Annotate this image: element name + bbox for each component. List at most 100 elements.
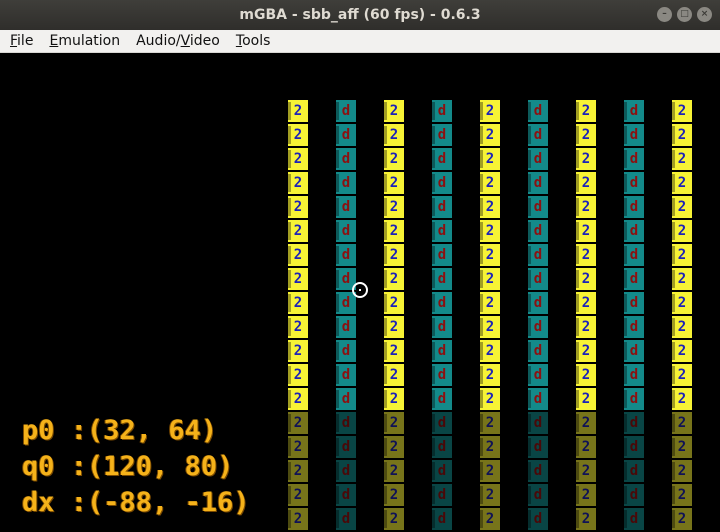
tile-yellow: 2 [288, 388, 308, 410]
tile-teal: d [624, 100, 644, 122]
tile-teal: d [432, 220, 452, 242]
tile-teal: d [432, 316, 452, 338]
tile-teal: d [624, 316, 644, 338]
tile-yellow: 2 [384, 220, 404, 242]
tile-teal: d [528, 244, 548, 266]
coordinate-readout: p0 :(32, 64) q0 :(120, 80) dx :(-88, -16… [22, 413, 250, 521]
tile-yellow: 2 [480, 220, 500, 242]
tile-yellow: 2 [576, 388, 596, 410]
tile-teal: d [336, 316, 356, 338]
tile-yellow: 2 [672, 508, 692, 530]
tile-teal: d [336, 412, 356, 434]
tile-teal: d [624, 220, 644, 242]
tile-teal: d [336, 484, 356, 506]
tile-yellow: 2 [288, 100, 308, 122]
tile-yellow: 2 [576, 412, 596, 434]
cursor-dot [359, 289, 361, 291]
tile-teal: d [432, 100, 452, 122]
tile-teal: d [528, 268, 548, 290]
tile-yellow: 2 [672, 436, 692, 458]
menu-file-mnemonic: F [10, 33, 18, 49]
tile-yellow: 2 [480, 244, 500, 266]
tile-yellow: 2 [672, 196, 692, 218]
mouse-cursor-icon [352, 282, 368, 298]
tile-teal: d [624, 364, 644, 386]
tile-yellow: 2 [288, 292, 308, 314]
tile-yellow: 2 [480, 148, 500, 170]
minimize-icon[interactable]: – [657, 7, 672, 22]
tile-yellow: 2 [384, 484, 404, 506]
tile-yellow: 2 [384, 172, 404, 194]
tile-yellow: 2 [384, 316, 404, 338]
tile-yellow: 2 [480, 388, 500, 410]
tile-yellow: 2 [288, 508, 308, 530]
tile-teal: d [528, 124, 548, 146]
tile-teal: d [624, 292, 644, 314]
tile-teal: d [624, 460, 644, 482]
game-screen[interactable]: 222222222222222222dddddddddddddddddd2222… [0, 53, 720, 532]
tile-teal: d [336, 100, 356, 122]
tile-yellow: 2 [480, 364, 500, 386]
tile-teal: d [528, 508, 548, 530]
tile-yellow: 2 [576, 508, 596, 530]
menu-audio-video[interactable]: Audio/Video [128, 33, 228, 49]
tile-teal: d [528, 436, 548, 458]
tile-teal: d [528, 316, 548, 338]
tile-yellow: 2 [576, 340, 596, 362]
tile-teal: d [336, 340, 356, 362]
tile-teal: d [432, 244, 452, 266]
tile-teal: d [624, 508, 644, 530]
tile-teal: d [336, 388, 356, 410]
q0-label: q0 [22, 451, 55, 482]
tile-yellow: 2 [480, 412, 500, 434]
tile-yellow: 2 [672, 220, 692, 242]
tile-yellow: 2 [288, 148, 308, 170]
tile-yellow: 2 [672, 172, 692, 194]
tile-teal: d [432, 388, 452, 410]
tile-yellow: 2 [288, 340, 308, 362]
tile-teal: d [432, 292, 452, 314]
tile-yellow: 2 [576, 316, 596, 338]
p0-label: p0 [22, 415, 55, 446]
tile-teal: d [336, 436, 356, 458]
tile-teal: d [432, 436, 452, 458]
tile-teal: d [624, 172, 644, 194]
tile-yellow: 2 [384, 100, 404, 122]
menu-file[interactable]: File [0, 33, 41, 49]
tile-yellow: 2 [384, 124, 404, 146]
readout-dx: dx :(-88, -16) [22, 485, 250, 521]
maximize-icon[interactable]: □ [677, 7, 692, 22]
tile-teal: d [432, 340, 452, 362]
tile-yellow: 2 [288, 220, 308, 242]
menu-emulation[interactable]: Emulation [41, 33, 128, 49]
tile-yellow: 2 [576, 100, 596, 122]
menu-file-label: ile [17, 33, 34, 49]
q0-value: :(120, 80) [70, 451, 234, 482]
tile-yellow: 2 [576, 436, 596, 458]
tile-teal: d [432, 148, 452, 170]
tile-yellow: 2 [480, 196, 500, 218]
tile-teal: d [624, 388, 644, 410]
tile-teal: d [336, 508, 356, 530]
tile-yellow: 2 [384, 268, 404, 290]
menu-tools-label: ools [242, 33, 271, 49]
menu-emulation-mnemonic: E [49, 33, 59, 49]
tile-yellow: 2 [672, 244, 692, 266]
tile-teal: d [336, 292, 356, 314]
tile-yellow: 2 [288, 460, 308, 482]
tile-yellow: 2 [576, 220, 596, 242]
tile-yellow: 2 [384, 436, 404, 458]
tile-yellow: 2 [576, 268, 596, 290]
menu-tools[interactable]: Tools [228, 33, 279, 49]
tile-yellow: 2 [672, 148, 692, 170]
tile-teal: d [336, 196, 356, 218]
tile-yellow: 2 [672, 292, 692, 314]
tile-teal: d [528, 196, 548, 218]
tile-yellow: 2 [480, 100, 500, 122]
menu-emulation-label: mulation [58, 33, 121, 49]
close-icon[interactable]: × [697, 7, 712, 22]
tile-yellow: 2 [384, 148, 404, 170]
tile-yellow: 2 [576, 244, 596, 266]
window-controls: – □ × [657, 7, 712, 22]
tile-yellow: 2 [480, 508, 500, 530]
